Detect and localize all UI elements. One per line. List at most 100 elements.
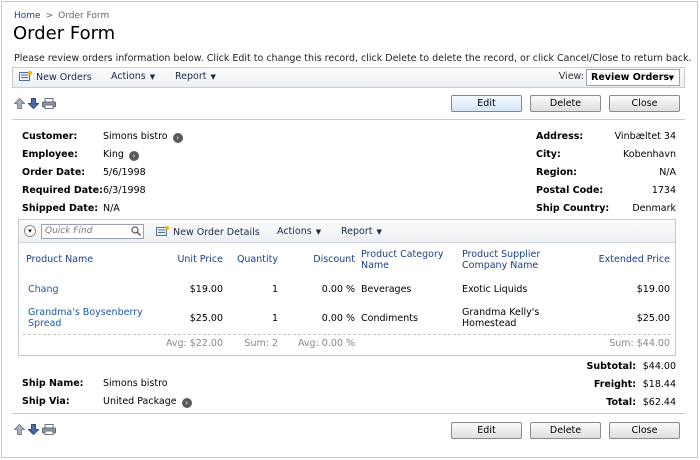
breadcrumb-separator: > (45, 11, 54, 21)
close-button[interactable]: Close (609, 95, 680, 112)
report-menu-label: Report (175, 71, 207, 82)
divider (12, 119, 685, 120)
breadcrumb-home-link[interactable]: Home (14, 11, 41, 21)
extended-price-sum: Sum: $44.00 (609, 338, 670, 349)
employee-value-text: King (103, 149, 124, 160)
form-toolbar: New Orders Actions ▼ Report ▼ View: Review… (12, 67, 685, 88)
print-icon[interactable] (42, 98, 56, 109)
column-header-quantity[interactable]: Quantity (227, 254, 278, 265)
next-record-icon[interactable] (28, 98, 39, 109)
ship-country-value: Denmark (632, 203, 676, 214)
category-cell: Beverages (361, 284, 412, 295)
quantity-cell: 1 (271, 284, 278, 295)
column-header-product-name[interactable]: Product Name (26, 254, 93, 265)
category-cell: Condiments (361, 313, 418, 324)
column-header-product-category[interactable]: Product Category Name (361, 249, 456, 271)
breadcrumb: Home > Order Form (14, 11, 109, 21)
page-title: Order Form (13, 23, 116, 44)
region-label: Region: (536, 167, 577, 178)
view-label: View: (558, 71, 584, 82)
region-value: N/A (659, 167, 676, 178)
record-navigation-bottom (14, 424, 56, 435)
ship-via-label: Ship Via: (22, 396, 70, 407)
go-to-customer-icon[interactable]: › (172, 133, 183, 143)
address-label: Address: (536, 131, 584, 142)
report-menu[interactable]: Report ▼ (175, 71, 216, 82)
previous-record-icon[interactable] (14, 98, 25, 109)
next-record-icon[interactable] (28, 424, 39, 435)
total-label: Total: (606, 397, 636, 408)
new-orders-label: New Orders (36, 72, 92, 83)
new-order-details-button[interactable]: New Order Details (156, 226, 260, 238)
view-selector[interactable]: Review Orders ▼ (586, 69, 680, 86)
chevron-down-icon: ▼ (315, 228, 322, 236)
employee-value: King › (103, 149, 139, 161)
previous-record-icon[interactable] (14, 424, 25, 435)
breadcrumb-current: Order Form (58, 11, 110, 21)
edit-button-bottom[interactable]: Edit (451, 422, 522, 439)
new-record-icon (19, 71, 32, 81)
subtotal-value: $44.00 (642, 361, 676, 372)
column-header-discount[interactable]: Discount (284, 254, 355, 265)
search-icon[interactable] (131, 226, 141, 236)
extended-price-cell: $19.00 (636, 284, 670, 295)
employee-label: Employee: (22, 149, 78, 160)
city-label: City: (536, 149, 561, 160)
freight-label: Freight: (593, 379, 636, 390)
freight-value: $18.44 (642, 379, 676, 390)
print-icon[interactable] (42, 424, 56, 435)
view-selector-value: Review Orders (591, 72, 670, 83)
quick-find-input[interactable]: Quick Find (41, 224, 144, 239)
divider (12, 413, 685, 414)
customer-value: Simons bistro › (103, 131, 183, 143)
record-navigation (14, 98, 56, 109)
order-details-grid: ▾ Quick Find New Order Details Actions ▼ … (18, 219, 676, 356)
delete-button[interactable]: Delete (530, 95, 601, 112)
go-to-employee-icon[interactable]: › (128, 151, 139, 161)
total-value: $62.44 (642, 397, 676, 408)
product-name-link[interactable]: Grandma's Boysenberry Spread (28, 307, 148, 329)
unit-price-cell: $19.00 (189, 284, 223, 295)
ship-via-value: United Package › (103, 396, 192, 408)
column-header-product-supplier[interactable]: Product Supplier Company Name (462, 249, 562, 271)
chevron-down-icon: ▼ (376, 228, 382, 236)
actions-menu-label: Actions (111, 71, 146, 82)
aggregate-divider (23, 334, 671, 335)
product-name-link[interactable]: Chang (28, 284, 59, 295)
column-header-unit-price[interactable]: Unit Price (159, 254, 223, 265)
city-value: Kobenhavn (623, 149, 676, 160)
go-to-shipper-icon[interactable]: › (181, 398, 192, 408)
ship-country-label: Ship Country: (536, 203, 610, 214)
shipped-date-value: N/A (103, 203, 120, 214)
column-header-extended-price[interactable]: Extended Price (579, 254, 670, 265)
supplier-cell: Exotic Liquids (462, 284, 528, 295)
details-report-menu[interactable]: Report ▼ (341, 226, 382, 237)
postal-code-label: Postal Code: (536, 185, 604, 196)
order-date-value: 5/6/1998 (103, 167, 146, 178)
postal-code-value: 1734 (651, 185, 676, 196)
page-description: Please review orders information below. … (14, 53, 692, 64)
new-record-icon (156, 226, 169, 236)
order-details-toolbar: ▾ Quick Find New Order Details Actions ▼ … (19, 220, 675, 243)
address-value: Vinbæltet 34 (614, 131, 676, 142)
extended-price-cell: $25.00 (636, 313, 670, 324)
supplier-cell: Grandma Kelly's Homestead (462, 307, 540, 329)
shipped-date-label: Shipped Date: (22, 203, 99, 214)
close-button-bottom[interactable]: Close (609, 422, 680, 439)
required-date-label: Required Date: (22, 185, 103, 196)
actions-menu[interactable]: Actions ▼ (111, 71, 155, 82)
collapse-toggle-icon[interactable]: ▾ (24, 225, 36, 237)
delete-button-bottom[interactable]: Delete (530, 422, 601, 439)
customer-label: Customer: (22, 131, 78, 142)
discount-average: Avg: 0.00 % (297, 338, 355, 349)
chevron-down-icon: ▼ (210, 73, 216, 81)
ship-via-value-text: United Package (103, 396, 177, 407)
details-actions-menu[interactable]: Actions ▼ (277, 226, 321, 237)
details-actions-label: Actions (277, 226, 312, 237)
new-orders-button[interactable]: New Orders (19, 71, 92, 83)
quantity-sum: Sum: 2 (244, 338, 278, 349)
required-date-value: 6/3/1998 (103, 185, 146, 196)
chevron-down-icon: ▼ (149, 73, 156, 81)
edit-button[interactable]: Edit (451, 95, 522, 112)
chevron-down-icon: ▼ (668, 74, 674, 82)
